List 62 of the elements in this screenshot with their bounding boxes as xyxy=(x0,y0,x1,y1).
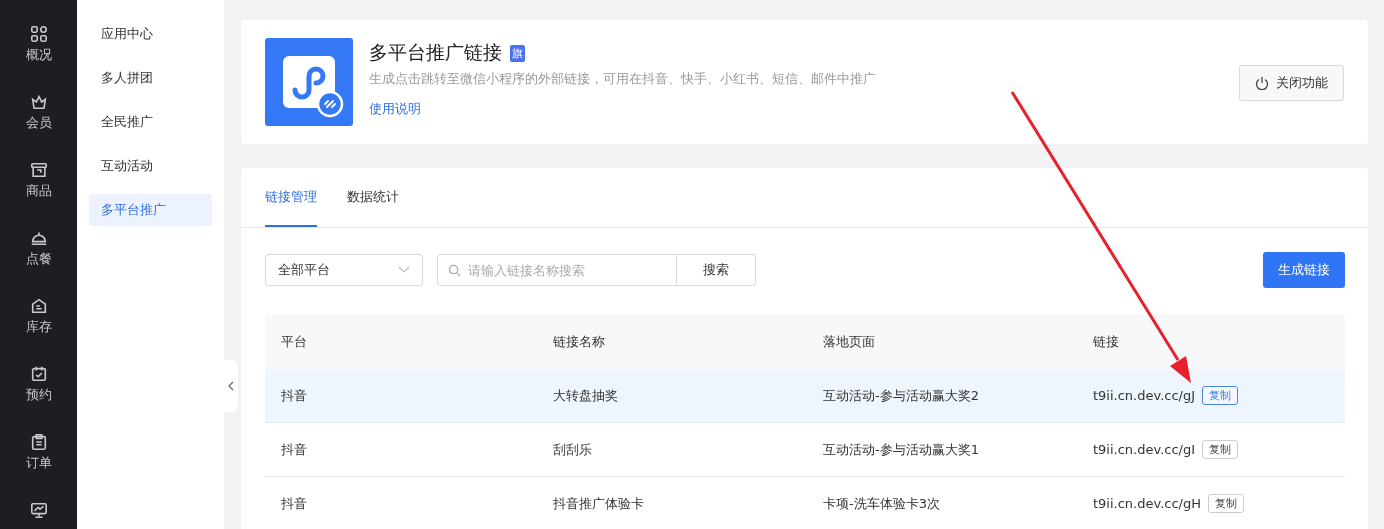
column-header: 链接名称 xyxy=(553,333,606,351)
table-cell-text: 大转盘抽奖 xyxy=(553,386,619,405)
table-cell-text: 抖音 xyxy=(281,440,308,459)
copy-button[interactable]: 复制 xyxy=(1208,494,1244,513)
submenu-item[interactable]: 多人拼团 xyxy=(89,62,212,94)
nav-item[interactable]: 库存 xyxy=(0,297,77,336)
calendar-check-icon xyxy=(29,365,48,383)
table-cell-text: 互动活动-参与活动赢大奖2 xyxy=(823,386,980,405)
submenu-item[interactable]: 全民推广 xyxy=(89,106,212,138)
platform-select[interactable]: 全部平台 xyxy=(265,254,423,286)
chevron-down-icon xyxy=(398,266,410,274)
table-cell-text: 互动活动-参与活动赢大奖1 xyxy=(823,440,980,459)
nav-item[interactable]: 概况 xyxy=(0,25,77,64)
table-cell-text: 抖音 xyxy=(281,494,308,513)
clipboard-icon xyxy=(29,433,48,451)
link-app-icon xyxy=(265,38,353,126)
nav-item[interactable]: 订单 xyxy=(0,433,77,472)
table-cell-text: 抖音推广体验卡 xyxy=(553,494,645,513)
nav-label: 订单 xyxy=(25,454,52,472)
collapse-handle[interactable] xyxy=(224,360,238,412)
column-header: 落地页面 xyxy=(823,333,876,351)
column-header: 平台 xyxy=(281,333,308,351)
nav-item[interactable]: 会员 xyxy=(0,93,77,132)
table-cell-text: 卡项-洗车体验卡3次 xyxy=(823,494,941,513)
column-header: 链接 xyxy=(1093,333,1120,351)
nav-item[interactable]: 预约 xyxy=(0,365,77,404)
box-icon xyxy=(29,161,48,179)
link-text: t9ii.cn.dev.cc/gJ xyxy=(1093,388,1196,403)
search-field[interactable]: 请输入链接名称搜索 xyxy=(437,254,677,286)
nav-label: 概况 xyxy=(25,46,52,64)
tab[interactable]: 链接管理 xyxy=(265,168,317,227)
nav-label: 商品 xyxy=(25,182,52,200)
flagship-badge: 旗 xyxy=(510,44,525,62)
link-text: t9ii.cn.dev.cc/gH xyxy=(1093,496,1201,511)
copy-button[interactable]: 复制 xyxy=(1202,440,1239,459)
tab[interactable]: 数据统计 xyxy=(347,168,399,227)
crown-icon xyxy=(29,93,48,111)
chevron-left-icon xyxy=(228,381,234,391)
table-cell-text: 抖音 xyxy=(281,386,308,405)
table-cell-text: 刮刮乐 xyxy=(553,440,593,459)
nav-item[interactable]: 商品 xyxy=(0,161,77,200)
search-icon xyxy=(448,264,461,277)
copy-button[interactable]: 复制 xyxy=(1202,386,1239,405)
nav-item[interactable]: 点餐 xyxy=(0,229,77,268)
house-icon xyxy=(29,297,48,315)
description: 生成点击跳转至微信小程序的外部链接，可用在抖音、快手、小红书、短信、邮件中推广 xyxy=(369,71,877,88)
submenu-item[interactable]: 互动活动 xyxy=(89,150,212,182)
generate-link-button[interactable]: 生成链接 xyxy=(1263,252,1345,288)
grid-icon xyxy=(29,25,48,43)
nav-label: 点餐 xyxy=(25,250,52,268)
nav-label: 预约 xyxy=(25,386,52,404)
submenu-item[interactable]: 应用中心 xyxy=(89,18,212,50)
nav-label: 会员 xyxy=(25,114,52,132)
power-icon xyxy=(1255,76,1269,90)
submenu-item[interactable]: 多平台推广 xyxy=(89,194,212,226)
page-title: 多平台推广链接 xyxy=(369,40,502,65)
link-text: t9ii.cn.dev.cc/gI xyxy=(1093,442,1196,457)
help-link[interactable]: 使用说明 xyxy=(369,100,421,118)
search-button[interactable]: 搜索 xyxy=(677,254,756,286)
nav-label: 库存 xyxy=(25,318,52,336)
disable-feature-button[interactable]: 关闭功能 xyxy=(1239,65,1344,101)
monitor-chart-icon xyxy=(29,501,48,519)
